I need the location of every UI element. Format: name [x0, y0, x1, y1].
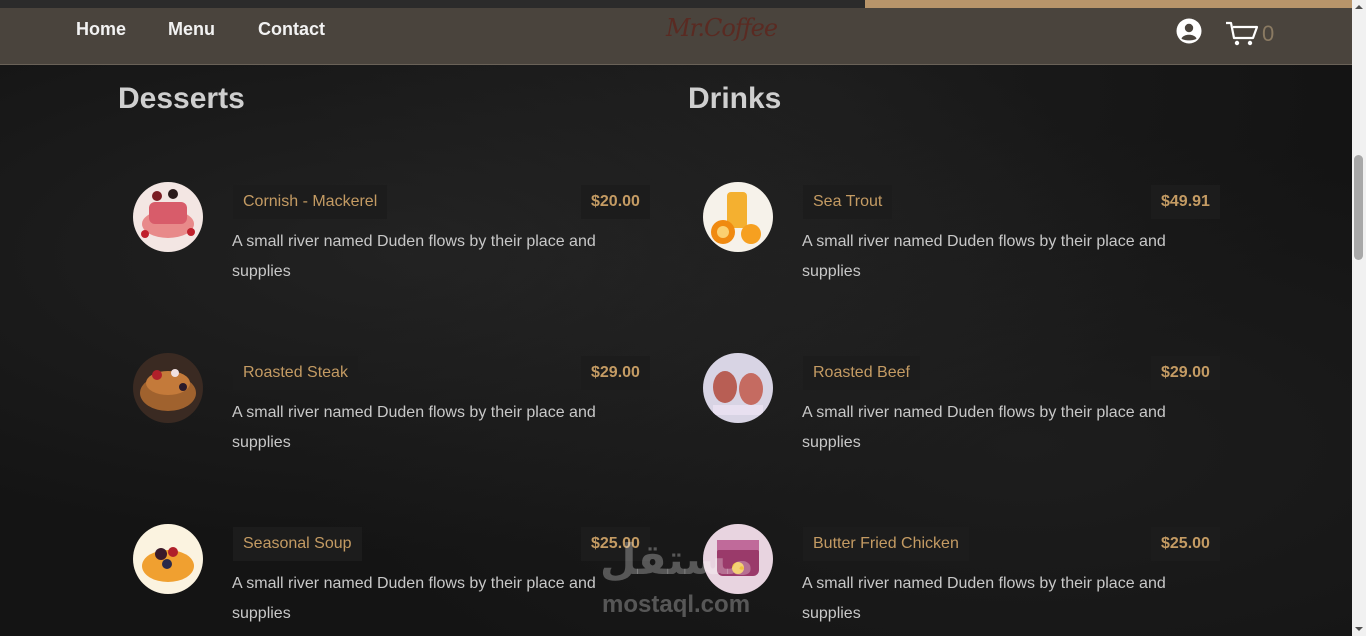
scrollbar-track[interactable]	[1352, 0, 1366, 636]
item-price: $20.00	[581, 185, 650, 219]
navbar: Home Menu Contact Mr.Coffee 0	[0, 8, 1352, 65]
cart-icon[interactable]	[1225, 20, 1259, 48]
watermark-arabic: مستقل	[600, 535, 754, 584]
item-image	[133, 353, 203, 423]
item-price: $49.91	[1151, 185, 1220, 219]
watermark-latin: mostaql.com	[602, 591, 751, 618]
item-price: $25.00	[1151, 527, 1220, 561]
account-icon[interactable]	[1176, 18, 1202, 44]
item-image	[703, 353, 773, 423]
top-strip-accent	[865, 0, 1352, 8]
scroll-down-arrow-icon[interactable]	[1354, 624, 1364, 634]
item-description: A small river named Duden flows by their…	[232, 575, 596, 622]
scrollbar-thumb[interactable]	[1354, 155, 1363, 260]
item-description: A small river named Duden flows by their…	[802, 575, 1166, 622]
section-title-drinks: Drinks	[688, 82, 782, 115]
scroll-up-arrow-icon[interactable]	[1354, 2, 1364, 12]
section-title-desserts: Desserts	[118, 82, 245, 115]
nav-menu-link[interactable]: Menu	[168, 19, 215, 40]
nav-home-link[interactable]: Home	[76, 19, 126, 40]
item-name: Seasonal Soup	[233, 527, 362, 561]
item-description: A small river named Duden flows by their…	[232, 404, 596, 451]
item-image	[133, 182, 203, 252]
item-price: $29.00	[581, 356, 650, 390]
logo[interactable]: Mr.Coffee	[666, 14, 778, 42]
cart-count: 0	[1262, 21, 1275, 46]
nav-contact-link[interactable]: Contact	[258, 19, 325, 40]
item-price: $29.00	[1151, 356, 1220, 390]
item-description: A small river named Duden flows by their…	[232, 233, 596, 280]
item-description: A small river named Duden flows by their…	[802, 404, 1166, 451]
item-description: A small river named Duden flows by their…	[802, 233, 1166, 280]
item-name: Cornish - Mackerel	[233, 185, 388, 219]
item-name: Roasted Beef	[803, 356, 920, 390]
item-image	[703, 182, 773, 252]
item-name: Sea Trout	[803, 185, 893, 219]
watermark: مستقل mostaql.com	[600, 535, 770, 625]
item-image	[133, 524, 203, 594]
item-name: Butter Fried Chicken	[803, 527, 969, 561]
item-name: Roasted Steak	[233, 356, 358, 390]
top-strip	[0, 0, 1352, 8]
